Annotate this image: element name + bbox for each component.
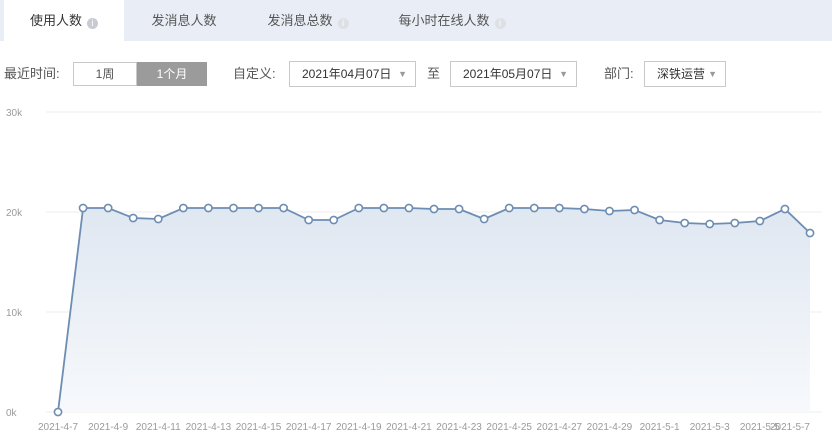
data-point bbox=[329, 215, 339, 225]
x-tick-label: 2021-4-27 bbox=[537, 422, 583, 433]
data-point bbox=[605, 206, 614, 216]
end-date-value: 2021年05月07日 bbox=[463, 67, 553, 81]
end-date-picker[interactable]: 2021年05月07日 ▼ bbox=[450, 61, 577, 87]
data-point bbox=[178, 203, 188, 213]
filter-bar: 最近时间: 1周 1个月 自定义: 2021年04月07日 ▼ 至 2021年0… bbox=[0, 61, 832, 87]
data-point bbox=[730, 218, 740, 228]
data-point bbox=[78, 203, 88, 213]
x-tick-label: 2021-5-7 bbox=[770, 422, 810, 433]
data-point bbox=[304, 215, 314, 225]
tab-hourly-online[interactable]: 每小时在线人数 i bbox=[382, 0, 522, 41]
custom-range-label: 自定义: bbox=[233, 66, 276, 81]
x-tick-label: 2021-4-21 bbox=[386, 422, 432, 433]
x-tick-label: 2021-4-7 bbox=[38, 422, 78, 433]
data-point bbox=[780, 204, 790, 214]
department-select[interactable]: 深铁运营 ▼ bbox=[644, 61, 726, 87]
x-tick-label: 2021-5-1 bbox=[640, 422, 680, 433]
y-tick-label: 30k bbox=[6, 108, 23, 119]
x-tick-label: 2021-4-17 bbox=[286, 422, 332, 433]
x-tick-label: 2021-4-19 bbox=[336, 422, 382, 433]
date-range-separator: 至 bbox=[427, 66, 441, 81]
data-point bbox=[805, 228, 815, 238]
range-month-button[interactable]: 1个月 bbox=[137, 62, 207, 86]
y-tick-label: 0k bbox=[6, 408, 18, 419]
x-tick-label: 2021-5-3 bbox=[690, 422, 730, 433]
tab-users[interactable]: 使用人数 i bbox=[4, 0, 124, 41]
start-date-picker[interactable]: 2021年04月07日 ▼ bbox=[289, 61, 416, 87]
department-value: 深铁运营 bbox=[657, 67, 706, 81]
data-point bbox=[454, 204, 464, 214]
x-tick-label: 2021-4-13 bbox=[186, 422, 232, 433]
chevron-down-icon: ▼ bbox=[708, 69, 717, 79]
data-point bbox=[354, 203, 364, 213]
data-point bbox=[554, 203, 564, 213]
data-point bbox=[655, 215, 664, 225]
data-point bbox=[103, 203, 113, 213]
data-point bbox=[128, 213, 138, 223]
info-icon: i bbox=[494, 18, 506, 29]
x-tick-label: 2021-4-15 bbox=[236, 422, 282, 433]
y-tick-label: 20k bbox=[6, 208, 23, 219]
data-point bbox=[479, 214, 489, 224]
start-date-value: 2021年04月07日 bbox=[302, 67, 392, 81]
data-point bbox=[705, 219, 715, 229]
data-point bbox=[379, 203, 389, 213]
users-area-chart: 0k 10k 20k 30k 2021-4-7 2021-4-9 2021-4-11 2021… bbox=[6, 108, 822, 433]
department-label: 部门: bbox=[604, 66, 634, 81]
data-point bbox=[429, 204, 439, 214]
chevron-down-icon: ▼ bbox=[559, 69, 568, 79]
data-point bbox=[630, 205, 639, 215]
data-point bbox=[504, 203, 514, 213]
tab-bar: 使用人数 i 发消息人数 发消息总数 i 每小时在线人数 i bbox=[0, 0, 832, 41]
tab-message-total[interactable]: 发消息总数 i bbox=[252, 0, 364, 41]
data-point bbox=[580, 204, 589, 214]
x-tick-label: 2021-4-11 bbox=[136, 422, 181, 433]
y-tick-label: 10k bbox=[6, 308, 23, 319]
data-point bbox=[529, 203, 539, 213]
recent-time-label: 最近时间: bbox=[4, 66, 60, 81]
x-tick-label: 2021-4-9 bbox=[88, 422, 128, 433]
data-point bbox=[53, 407, 63, 417]
tab-message-senders[interactable]: 发消息人数 bbox=[128, 0, 240, 41]
data-point bbox=[153, 214, 163, 224]
data-point bbox=[279, 203, 288, 213]
tab-message-total-label: 发消息总数 bbox=[267, 13, 333, 28]
info-icon: i bbox=[337, 18, 349, 29]
data-point bbox=[229, 203, 238, 213]
tab-hourly-online-label: 每小时在线人数 bbox=[398, 13, 490, 28]
data-point bbox=[254, 203, 263, 213]
series-area bbox=[58, 208, 810, 412]
range-week-button[interactable]: 1周 bbox=[73, 62, 137, 86]
chevron-down-icon: ▼ bbox=[398, 69, 407, 79]
data-point bbox=[203, 203, 213, 213]
x-tick-label: 2021-4-29 bbox=[587, 422, 633, 433]
data-point bbox=[755, 216, 765, 226]
x-tick-label: 2021-4-23 bbox=[436, 422, 482, 433]
data-point bbox=[404, 203, 414, 213]
data-point bbox=[680, 218, 690, 228]
tab-users-label: 使用人数 bbox=[29, 13, 82, 28]
x-tick-label: 2021-4-25 bbox=[486, 422, 532, 433]
info-icon: i bbox=[87, 18, 98, 29]
tab-message-senders-label: 发消息人数 bbox=[151, 13, 217, 28]
